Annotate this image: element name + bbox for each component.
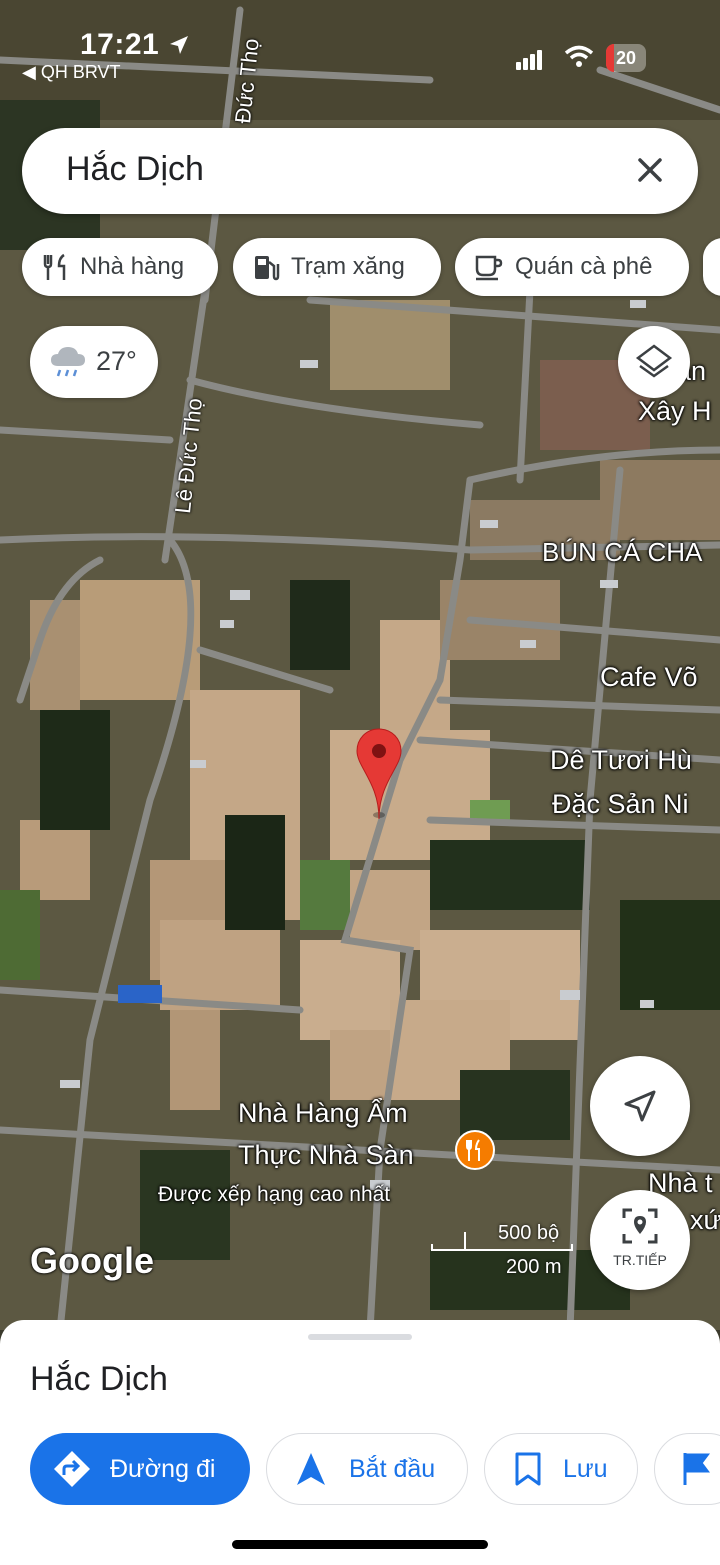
coffee-icon [475, 255, 503, 281]
save-label: Lưu [563, 1454, 608, 1483]
search-query[interactable]: Hắc Dịch [66, 150, 204, 189]
map-label-bun: BÚN CÁ CHA [542, 537, 703, 567]
my-location-button[interactable] [590, 1056, 690, 1156]
location-arrow-icon [170, 36, 189, 54]
save-button[interactable]: Lưu [484, 1433, 638, 1505]
map-layers-button[interactable] [618, 326, 690, 398]
chip-gas-stations[interactable]: Trạm xăng [233, 238, 441, 296]
restaurant-marker-icon[interactable] [455, 1130, 495, 1170]
clear-search-icon[interactable] [632, 152, 668, 188]
start-button[interactable]: Bắt đầu [266, 1433, 468, 1505]
google-attribution: Google [30, 1240, 154, 1281]
more-actions-button[interactable] [654, 1433, 720, 1505]
restaurant-name-line2[interactable]: Thực Nhà Sàn [238, 1140, 414, 1171]
chip-restaurants[interactable]: Nhà hàng [22, 238, 218, 296]
cellular-signal-icon [516, 50, 542, 70]
back-to-app-link[interactable]: ◀ QH BRVT [22, 62, 121, 83]
navigate-button[interactable]: TR.TIẾP [590, 1190, 690, 1290]
place-bottom-sheet[interactable]: Hắc Dịch Đường đi Bắt đầu Lưu [0, 1320, 720, 1565]
rain-cloud-icon [51, 347, 85, 377]
map-label-de-tuoi: Dê Tươi Hù [550, 745, 692, 775]
temperature: 27° [96, 346, 137, 376]
navigate-label: TR.TIẾP [613, 1252, 667, 1268]
layers-icon [635, 344, 673, 378]
chip-coffee[interactable]: Quán cà phê [455, 238, 689, 296]
clock: 17:21 [80, 28, 190, 62]
chip-label: Nhà hàng [80, 253, 185, 280]
sheet-drag-handle[interactable] [308, 1334, 412, 1340]
wifi-icon [564, 45, 594, 67]
map-label-xay: Xây H [638, 396, 712, 426]
status-bar: 17:21 ◀ QH BRVT 20 [0, 0, 720, 110]
restaurant-rating-label: Được xếp hạng cao nhất [158, 1183, 391, 1206]
start-label: Bắt đầu [349, 1454, 436, 1483]
restaurant-name-line1[interactable]: Nhà Hàng Ẩm [238, 1098, 408, 1129]
scale-bar: 500 bộ 200 m [430, 1220, 580, 1280]
map-label-dac-san: Đặc Sản Ni [552, 789, 689, 819]
chip-label: Trạm xăng [291, 253, 405, 280]
map-label-xu: xứ [690, 1205, 720, 1235]
home-indicator[interactable] [232, 1540, 488, 1549]
directions-icon [54, 1451, 90, 1487]
flag-icon [683, 1453, 710, 1485]
restaurant-icon [43, 253, 66, 280]
chip-more[interactable] [703, 238, 720, 296]
battery-indicator: 20 [606, 44, 646, 72]
search-bar[interactable]: Hắc Dịch [22, 128, 698, 214]
directions-button[interactable]: Đường đi [30, 1433, 250, 1505]
place-title: Hắc Dịch [30, 1360, 168, 1398]
gas-station-icon [255, 256, 280, 281]
bookmark-icon [515, 1452, 541, 1486]
weather-chip[interactable]: 27° [30, 326, 158, 398]
navigation-arrow-icon [624, 1090, 656, 1122]
directions-label: Đường đi [110, 1454, 216, 1483]
map-label-cafe: Cafe Võ [600, 662, 698, 692]
navigation-arrow-icon [297, 1453, 325, 1485]
chip-label: Quán cà phê [515, 253, 653, 280]
location-target-icon [622, 1208, 658, 1244]
